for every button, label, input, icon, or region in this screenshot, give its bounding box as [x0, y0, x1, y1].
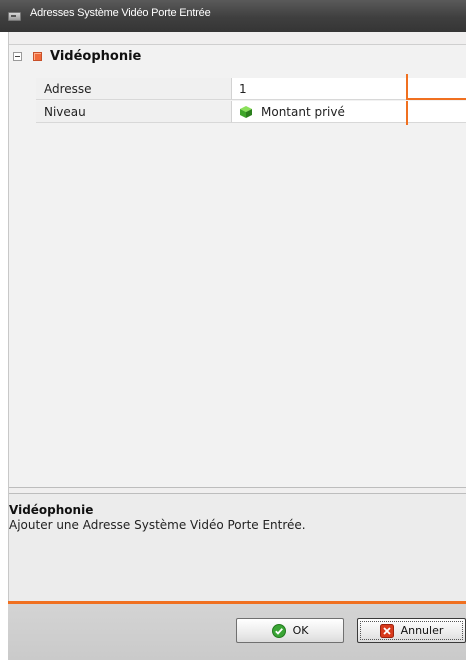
property-name: Adresse — [36, 78, 232, 100]
description-text: Ajouter une Adresse Système Vidéo Porte … — [9, 518, 306, 532]
footer-bar: OK Annuler — [8, 604, 466, 660]
green-cube-icon — [240, 105, 252, 118]
category-square-icon — [33, 51, 42, 61]
title-bar: Adresses Système Vidéo Porte Entrée — [0, 0, 466, 32]
connector-line — [406, 98, 466, 100]
close-icon — [379, 623, 394, 638]
property-value-text: 1 — [239, 81, 247, 96]
property-row-adresse[interactable]: Adresse 1 — [36, 78, 466, 100]
description-title: Vidéophonie — [9, 503, 94, 517]
cancel-button[interactable]: Annuler — [357, 618, 466, 643]
ok-button[interactable]: OK — [236, 618, 344, 643]
property-value-text: Montant privé — [261, 104, 345, 119]
check-icon — [271, 623, 286, 638]
window-icon — [8, 11, 21, 21]
property-name: Niveau — [36, 101, 232, 123]
group-row-videophonie[interactable]: Vidéophonie — [9, 45, 466, 67]
dialog-body: Vidéophonie Adresse 1 Niveau Montant pri… — [8, 32, 466, 625]
grid-gutter — [9, 78, 36, 123]
cancel-label: Annuler — [400, 624, 444, 637]
connector-line — [406, 74, 408, 98]
group-label: Vidéophonie — [50, 48, 142, 64]
property-value-level[interactable]: Montant privé — [232, 101, 466, 123]
ok-label: OK — [292, 624, 309, 637]
connector-line — [406, 101, 408, 125]
property-grid[interactable]: Vidéophonie Adresse 1 Niveau Montant pri… — [9, 44, 466, 488]
property-value-address[interactable]: 1 — [232, 78, 466, 100]
property-row-niveau[interactable]: Niveau Montant privé — [36, 101, 466, 123]
collapse-icon[interactable] — [13, 51, 22, 61]
window-title: Adresses Système Vidéo Porte Entrée — [30, 7, 211, 19]
